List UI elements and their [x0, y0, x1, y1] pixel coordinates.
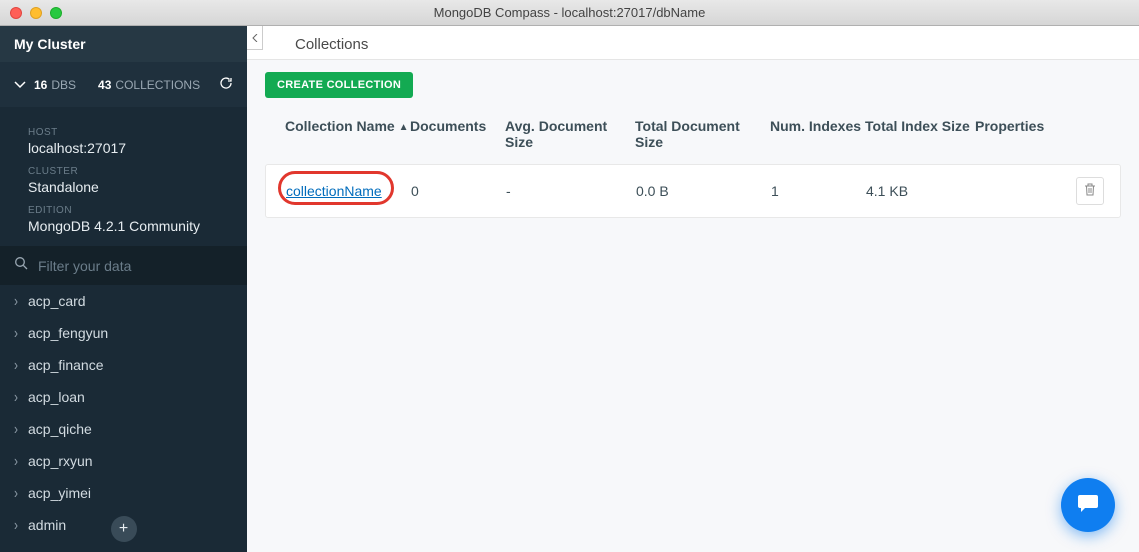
cluster-name[interactable]: My Cluster	[0, 26, 247, 62]
db-item[interactable]: › acp_qiche	[0, 413, 247, 445]
chevron-down-icon	[14, 78, 26, 92]
chat-support-button[interactable]	[1061, 478, 1115, 532]
collection-link[interactable]: collectionName	[286, 183, 382, 199]
collections-table: Collection Name ▲ Documents Avg. Documen…	[265, 108, 1121, 218]
cluster-label: CLUSTER	[28, 166, 219, 177]
db-name: acp_qiche	[28, 421, 92, 437]
col-header-name[interactable]: Collection Name ▲	[285, 118, 410, 150]
db-name: acp_yimei	[28, 485, 91, 501]
host-label: HOST	[28, 127, 219, 138]
db-name: acp_finance	[28, 357, 104, 373]
db-name: acp_rxyun	[28, 453, 93, 469]
avg-size-cell: -	[506, 183, 636, 199]
db-name: acp_fengyun	[28, 325, 108, 341]
db-item[interactable]: › acp_finance	[0, 349, 247, 381]
chevron-right-icon: ›	[14, 324, 18, 342]
cluster-value: Standalone	[28, 179, 219, 195]
window-titlebar: MongoDB Compass - localhost:27017/dbName	[0, 0, 1139, 26]
create-collection-button[interactable]: CREATE COLLECTION	[265, 72, 413, 98]
database-list: › acp_card › acp_fengyun › acp_finance › acp…	[0, 285, 247, 552]
delete-collection-button[interactable]	[1076, 177, 1104, 205]
db-name: acp_loan	[28, 389, 85, 405]
db-count-label: DBS	[51, 78, 76, 92]
table-row: collectionName 0 - 0.0 B 1 4.1 KB	[265, 164, 1121, 218]
num-indexes-cell: 1	[771, 183, 866, 199]
col-header-total-size[interactable]: Total Document Size	[635, 118, 770, 150]
chevron-right-icon: ›	[14, 452, 18, 470]
db-item[interactable]: › acp_rxyun	[0, 445, 247, 477]
col-header-avg-size[interactable]: Avg. Document Size	[505, 118, 635, 150]
breadcrumb: Collections	[247, 26, 1139, 60]
breadcrumb-current: Collections	[295, 36, 368, 53]
search-icon	[14, 256, 28, 275]
edition-value: MongoDB 4.2.1 Community	[28, 218, 219, 234]
db-name: admin	[28, 517, 66, 533]
main-panel: Collections CREATE COLLECTION Collection…	[247, 26, 1139, 552]
collections-count: 43	[98, 78, 111, 92]
col-header-documents[interactable]: Documents	[410, 118, 505, 150]
sidebar: My Cluster 16 DBS 43 COLLECTIONS HOST lo…	[0, 26, 247, 552]
chevron-right-icon: ›	[14, 484, 18, 502]
window-title: MongoDB Compass - localhost:27017/dbName	[0, 5, 1139, 20]
chevron-right-icon: ›	[14, 356, 18, 374]
trash-icon	[1084, 183, 1096, 199]
chevron-right-icon: ›	[14, 420, 18, 438]
refresh-icon[interactable]	[219, 76, 233, 93]
collapse-sidebar-button[interactable]	[247, 26, 263, 50]
db-item[interactable]: › acp_loan	[0, 381, 247, 413]
sort-asc-icon: ▲	[399, 122, 409, 133]
sidebar-meta: HOST localhost:27017 CLUSTER Standalone …	[0, 107, 247, 246]
chevron-right-icon: ›	[14, 388, 18, 406]
col-header-index-size[interactable]: Total Index Size	[865, 118, 975, 150]
db-name: acp_card	[28, 293, 86, 309]
col-header-properties[interactable]: Properties	[975, 118, 1065, 150]
db-count: 16	[34, 78, 47, 92]
chevron-right-icon: ›	[14, 292, 18, 310]
db-item[interactable]: › acp_card	[0, 285, 247, 317]
add-database-button[interactable]: +	[111, 516, 137, 542]
collection-name-cell: collectionName	[286, 183, 411, 199]
col-header-num-indexes[interactable]: Num. Indexes	[770, 118, 865, 150]
collections-count-label: COLLECTIONS	[115, 78, 200, 92]
db-item[interactable]: › acp_fengyun	[0, 317, 247, 349]
db-item[interactable]: › acp_yimei	[0, 477, 247, 509]
chevron-right-icon: ›	[14, 516, 18, 534]
table-header: Collection Name ▲ Documents Avg. Documen…	[265, 108, 1121, 164]
edition-label: EDITION	[28, 205, 219, 216]
total-size-cell: 0.0 B	[636, 183, 771, 199]
sidebar-stats[interactable]: 16 DBS 43 COLLECTIONS	[0, 62, 247, 107]
chat-icon	[1075, 490, 1101, 521]
sidebar-search	[0, 246, 247, 285]
host-value: localhost:27017	[28, 140, 219, 156]
filter-input[interactable]	[38, 258, 233, 274]
documents-cell: 0	[411, 183, 506, 199]
index-size-cell: 4.1 KB	[866, 183, 976, 199]
